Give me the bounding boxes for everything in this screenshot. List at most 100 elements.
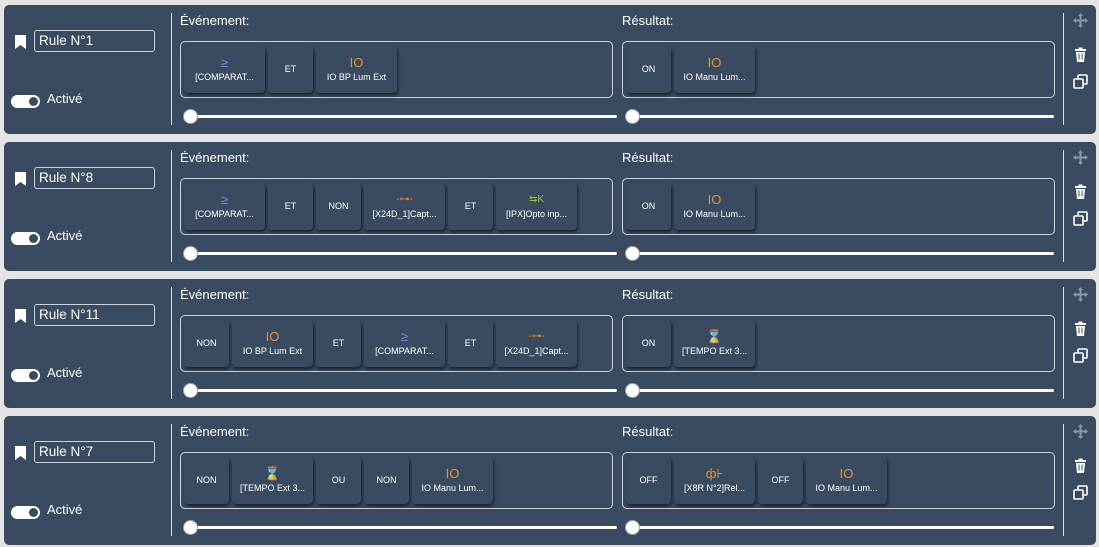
condition-chip[interactable]: ⇆K [IPX]Opto inp... (496, 183, 577, 230)
operator-chip[interactable]: ET (316, 320, 361, 367)
result-slider[interactable] (625, 246, 1054, 261)
duplicate-icon[interactable] (1073, 485, 1088, 500)
operator-chip[interactable]: OFF (626, 457, 671, 504)
bookmark-icon (15, 446, 26, 460)
result-slider[interactable] (625, 109, 1054, 124)
condition-chip[interactable]: ф⊦ [X8R N°2]Rel... (674, 457, 755, 504)
condition-chip[interactable]: IO IO BP Lum Ext (232, 320, 313, 367)
slider-handle[interactable] (625, 383, 640, 398)
result-actions-box[interactable]: ON IO IO Manu Lum... (622, 41, 1055, 98)
rule-name-field[interactable]: Rule N°11 (34, 304, 155, 326)
duplicate-icon[interactable] (1073, 211, 1088, 226)
trash-icon[interactable] (1073, 47, 1088, 62)
divider (171, 150, 172, 262)
slider-handle[interactable] (183, 109, 198, 124)
slider-handle[interactable] (183, 520, 198, 535)
operator-chip[interactable]: ON (626, 183, 671, 230)
operator-label: ET (464, 338, 477, 348)
move-icon[interactable] (1073, 13, 1088, 28)
operator-label: ET (332, 338, 345, 348)
rule-name-field[interactable]: Rule N°7 (34, 441, 155, 463)
condition-chip[interactable]: IO IO Manu Lum... (674, 46, 755, 93)
operator-chip[interactable]: ON (626, 46, 671, 93)
slider-handle[interactable] (625, 109, 640, 124)
move-icon[interactable] (1073, 424, 1088, 439)
result-actions-box[interactable]: ON IO IO Manu Lum... (622, 178, 1055, 235)
bookmark-icon (15, 35, 26, 49)
slider-handle[interactable] (183, 246, 198, 261)
toggle-switch[interactable] (11, 369, 40, 382)
result-slider[interactable] (625, 520, 1054, 535)
slider-handle[interactable] (183, 383, 198, 398)
trash-icon[interactable] (1073, 321, 1088, 336)
condition-chip[interactable]: ⌛ [TEMPO Ext 3... (232, 457, 313, 504)
condition-chip[interactable]: -⊶- [X24D_1]Capt... (364, 183, 445, 230)
result-actions-box[interactable]: ON ⌛ [TEMPO Ext 3... (622, 315, 1055, 372)
event-conditions-box[interactable]: ≥ [COMPARAT... ET NON -⊶- [X24D_1]Capt... ET ⇆K… (180, 178, 613, 235)
capteur-icon: -⊶- (528, 331, 545, 342)
duplicate-icon[interactable] (1073, 348, 1088, 363)
operator-chip[interactable]: ON (626, 320, 671, 367)
condition-chip[interactable]: IO IO Manu Lum... (674, 183, 755, 230)
condition-label: [TEMPO Ext 3... (681, 346, 747, 356)
condition-label: IO BP Lum Ext (326, 72, 387, 82)
divider (1063, 287, 1064, 399)
condition-chip[interactable]: ≥ [COMPARAT... (364, 320, 445, 367)
operator-chip[interactable]: NON (184, 320, 229, 367)
move-icon[interactable] (1073, 150, 1088, 165)
toggle-switch[interactable] (11, 506, 40, 519)
event-conditions-box[interactable]: ≥ [COMPARAT... ET IO IO BP Lum Ext (180, 41, 613, 98)
move-icon[interactable] (1073, 287, 1088, 302)
slider-handle[interactable] (625, 520, 640, 535)
duplicate-icon[interactable] (1073, 74, 1088, 89)
condition-label: IO Manu Lum... (815, 483, 878, 493)
operator-chip[interactable]: ET (268, 183, 313, 230)
event-conditions-box[interactable]: NON ⌛ [TEMPO Ext 3... OU NON IO IO Manu Lum... (180, 452, 613, 509)
condition-chip[interactable]: IO IO BP Lum Ext (316, 46, 397, 93)
event-slider[interactable] (183, 246, 617, 261)
operator-chip[interactable]: NON (316, 183, 361, 230)
condition-chip[interactable]: -⊶- [X24D_1]Capt... (496, 320, 577, 367)
rule-card: Rule N°8 Activé Événement: Résultat: ≥ [COMPA… (4, 142, 1096, 271)
result-label: Résultat: (622, 424, 674, 439)
hourglass-icon: ⌛ (706, 329, 723, 344)
event-slider[interactable] (183, 520, 617, 535)
toggle-switch[interactable] (11, 232, 40, 245)
condition-label: [COMPARAT... (375, 346, 434, 356)
condition-chip[interactable]: ≥ [COMPARAT... (184, 46, 265, 93)
operator-chip[interactable]: ET (448, 183, 493, 230)
operator-label: OFF (639, 475, 658, 485)
condition-label: [X24D_1]Capt... (504, 346, 569, 356)
slider-handle[interactable] (625, 246, 640, 261)
operator-chip[interactable]: OFF (758, 457, 803, 504)
event-label: Événement: (180, 13, 250, 28)
rule-header: Rule N°7 Activé (4, 416, 171, 545)
toggle-switch[interactable] (11, 95, 40, 108)
rule-name-field[interactable]: Rule N°1 (34, 30, 155, 52)
operator-chip[interactable]: OU (316, 457, 361, 504)
result-slider[interactable] (625, 383, 1054, 398)
active-label: Activé (47, 91, 83, 106)
operator-chip[interactable]: ET (448, 320, 493, 367)
event-label: Événement: (180, 150, 250, 165)
event-label: Événement: (180, 287, 250, 302)
event-slider[interactable] (183, 109, 617, 124)
event-label: Événement: (180, 424, 250, 439)
condition-label: [X8R N°2]Rel... (683, 483, 746, 493)
event-slider[interactable] (183, 383, 617, 398)
toggle-knob (29, 97, 38, 106)
operator-chip[interactable]: NON (184, 457, 229, 504)
operator-chip[interactable]: NON (364, 457, 409, 504)
trash-icon[interactable] (1073, 184, 1088, 199)
result-label: Résultat: (622, 13, 674, 28)
trash-icon[interactable] (1073, 458, 1088, 473)
io-icon: IO (839, 466, 854, 481)
condition-chip[interactable]: IO IO Manu Lum... (806, 457, 887, 504)
operator-chip[interactable]: ET (268, 46, 313, 93)
condition-chip[interactable]: IO IO Manu Lum... (412, 457, 493, 504)
condition-chip[interactable]: ⌛ [TEMPO Ext 3... (674, 320, 755, 367)
condition-chip[interactable]: ≥ [COMPARAT... (184, 183, 265, 230)
event-conditions-box[interactable]: NON IO IO BP Lum Ext ET ≥ [COMPARAT... ET -⊶- [X… (180, 315, 613, 372)
result-actions-box[interactable]: OFF ф⊦ [X8R N°2]Rel... OFF IO IO Manu Lum... (622, 452, 1055, 509)
rule-name-field[interactable]: Rule N°8 (34, 167, 155, 189)
